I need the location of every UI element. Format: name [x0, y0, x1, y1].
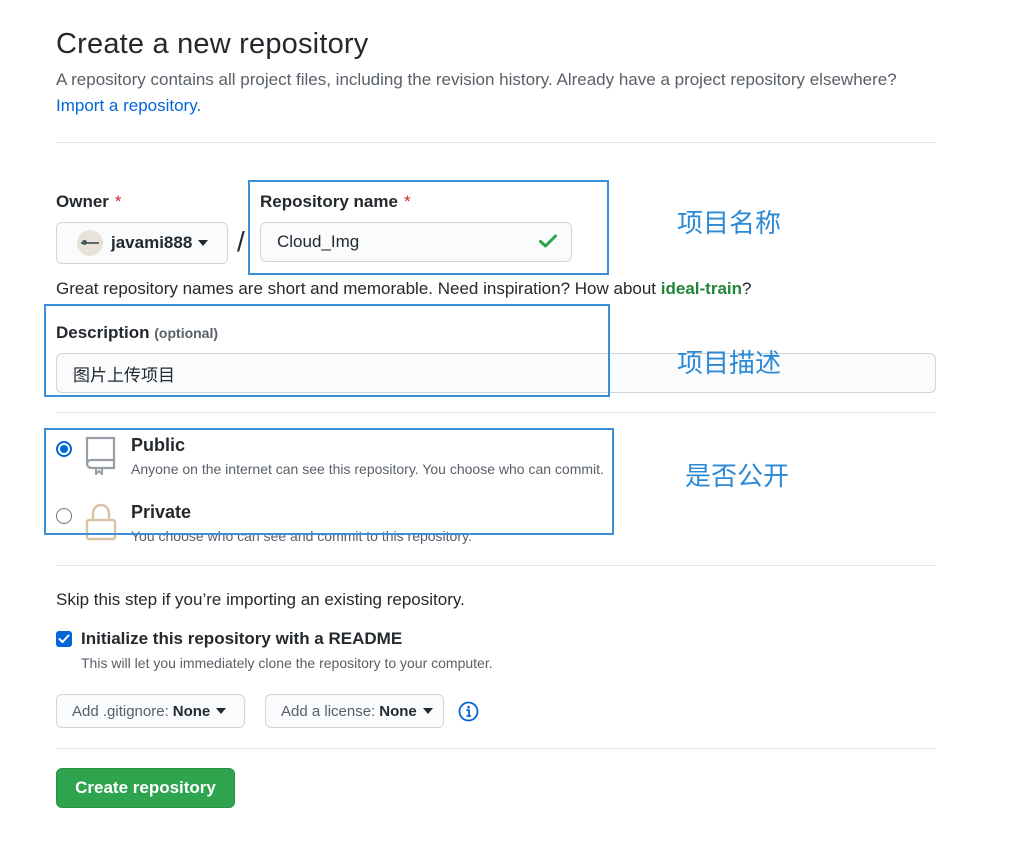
license-select[interactable]: Add a license: None [265, 694, 444, 728]
caret-down-icon [422, 708, 433, 714]
skip-step-text: Skip this step if you’re importing an ex… [56, 590, 465, 609]
checkmark-icon [58, 634, 70, 643]
owner-repo-separator: / [237, 226, 245, 257]
gitignore-select[interactable]: Add .gitignore: None [56, 694, 245, 728]
page-title: Create a new repository [56, 28, 369, 60]
divider [56, 412, 936, 413]
owner-select[interactable]: javami888 [56, 222, 228, 264]
annotation-description: 项目描述 [677, 349, 782, 379]
divider [56, 565, 936, 566]
annotation-box-visibility [44, 428, 614, 535]
annotation-box-name [248, 180, 609, 275]
divider [56, 142, 936, 143]
page-subtitle: A repository contains all project files,… [56, 70, 897, 89]
name-suggestion[interactable]: ideal-train [661, 279, 742, 298]
avatar [77, 230, 103, 256]
import-repository-link[interactable]: Import a repository. [56, 96, 201, 116]
gitignore-label: Add .gitignore: [72, 702, 169, 720]
license-label: Add a license: [281, 702, 376, 720]
caret-down-icon [198, 240, 209, 246]
readme-checkbox[interactable] [56, 631, 72, 647]
divider [56, 748, 936, 749]
annotation-name: 项目名称 [677, 209, 782, 239]
readme-label[interactable]: Initialize this repository with a README [81, 629, 402, 649]
owner-label-text: Owner [56, 192, 109, 211]
annotation-box-description [44, 304, 610, 397]
caret-down-icon [216, 708, 227, 714]
info-icon[interactable] [458, 701, 479, 722]
owner-required-mark: * [114, 192, 122, 211]
name-hint: Great repository names are short and mem… [56, 279, 751, 299]
owner-label: Owner * [56, 192, 122, 212]
name-hint-text: Great repository names are short and mem… [56, 279, 661, 298]
gitignore-value: None [172, 702, 211, 720]
name-hint-suffix: ? [742, 279, 752, 298]
license-value: None [379, 702, 417, 720]
create-repository-button[interactable]: Create repository [56, 768, 235, 808]
annotation-visibility: 是否公开 [685, 462, 790, 492]
owner-value: javami888 [111, 233, 193, 252]
readme-description: This will let you immediately clone the … [81, 655, 493, 671]
